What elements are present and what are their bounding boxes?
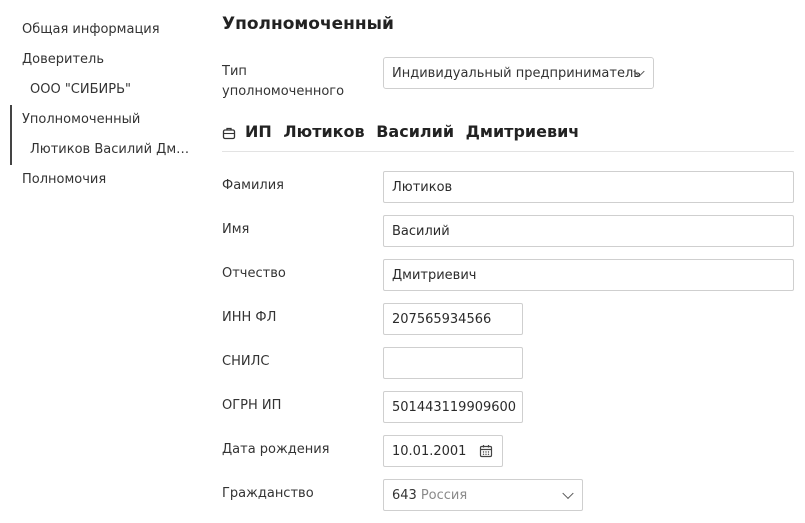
snils-label: СНИЛС bbox=[222, 354, 270, 369]
firstname-value: Василий bbox=[392, 223, 450, 239]
firstname-input[interactable]: Василий bbox=[383, 215, 794, 247]
patronymic-value: Дмитриевич bbox=[392, 267, 477, 283]
citizenship-select[interactable]: 643 Россия bbox=[383, 479, 583, 511]
type-label-line2: уполномоченного bbox=[222, 84, 345, 99]
inn-input[interactable]: 207565934566 bbox=[383, 303, 523, 335]
lastname-label: Фамилия bbox=[222, 178, 284, 193]
inn-label: ИНН ФЛ bbox=[222, 310, 277, 325]
patronymic-input[interactable]: Дмитриевич bbox=[383, 259, 794, 291]
divider bbox=[222, 151, 794, 152]
subject-heading: ИП Лютиков Василий Дмитриевич bbox=[222, 122, 579, 141]
briefcase-icon bbox=[222, 125, 236, 139]
nav-item-principal-org[interactable]: ООО "СИБИРЬ" bbox=[30, 82, 131, 97]
nav-item-powers[interactable]: Полномочия bbox=[22, 172, 106, 187]
nav-active-indicator bbox=[10, 105, 12, 165]
citizenship-code: 643 bbox=[392, 487, 417, 503]
type-label-line1: Тип bbox=[222, 64, 247, 79]
lastname-value: Лютиков bbox=[392, 179, 453, 195]
ogrnip-label: ОГРН ИП bbox=[222, 398, 282, 413]
nav-item-general-info[interactable]: Общая информация bbox=[22, 22, 160, 37]
lastname-input[interactable]: Лютиков bbox=[383, 171, 794, 203]
birthdate-input[interactable]: 10.01.2001 bbox=[383, 435, 503, 467]
ogrnip-value: 501443119909600 bbox=[392, 399, 517, 415]
inn-value: 207565934566 bbox=[392, 311, 492, 327]
section-title: Уполномоченный bbox=[222, 14, 394, 34]
ogrnip-input[interactable]: 501443119909600 bbox=[383, 391, 523, 423]
citizenship-country: Россия bbox=[420, 487, 468, 503]
patronymic-label: Отчество bbox=[222, 266, 286, 281]
representative-type-select[interactable]: Индивидуальный предприниматель bbox=[383, 57, 654, 89]
subject-name: ИП Лютиков Василий Дмитриевич bbox=[245, 122, 580, 141]
birthdate-label: Дата рождения bbox=[222, 442, 330, 457]
firstname-label: Имя bbox=[222, 222, 250, 237]
citizenship-label: Гражданство bbox=[222, 486, 314, 501]
nav-item-representative[interactable]: Уполномоченный bbox=[22, 112, 140, 127]
representative-type-value: Индивидуальный предприниматель bbox=[392, 65, 641, 81]
snils-input[interactable] bbox=[383, 347, 523, 379]
nav-item-principal[interactable]: Доверитель bbox=[22, 52, 104, 67]
type-label: Тип уполномоченного bbox=[222, 62, 344, 102]
chevron-down-icon bbox=[562, 487, 574, 500]
birthdate-value: 10.01.2001 bbox=[392, 443, 467, 459]
nav-item-representative-person[interactable]: Лютиков Василий Дмит... bbox=[30, 142, 195, 157]
calendar-icon[interactable] bbox=[479, 444, 493, 458]
